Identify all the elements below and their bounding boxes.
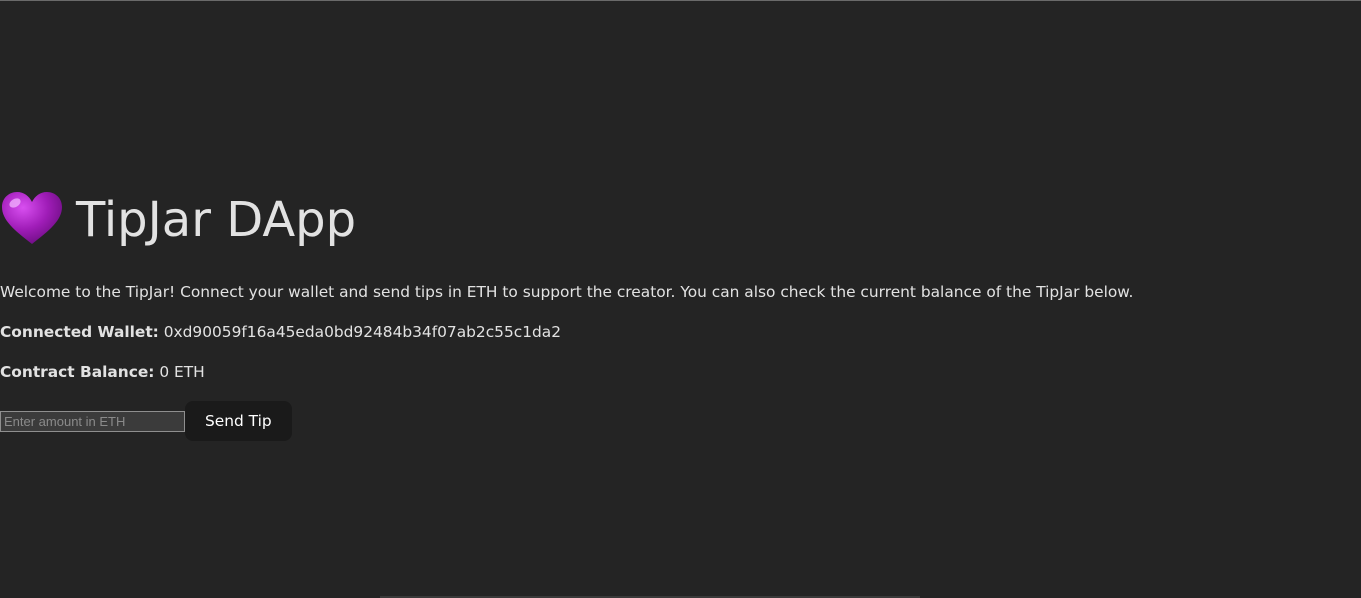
contract-balance-label: Contract Balance: xyxy=(0,363,155,381)
contract-balance-value: 0 ETH xyxy=(159,363,205,381)
contract-balance-row: Contract Balance: 0 ETH xyxy=(0,362,205,382)
page-title-text: TipJar DApp xyxy=(76,192,357,248)
eth-amount-input[interactable] xyxy=(0,410,185,432)
send-tip-button[interactable]: Send Tip xyxy=(185,401,292,441)
connected-wallet-label: Connected Wallet: xyxy=(0,323,159,341)
intro-text: Welcome to the TipJar! Connect your wall… xyxy=(0,283,1134,301)
tip-form: Send Tip xyxy=(0,401,292,441)
window-top-border xyxy=(0,0,1361,1)
tipjar-app: TipJar DApp Welcome to the TipJar! Conne… xyxy=(0,190,1361,441)
connected-wallet-row: Connected Wallet: 0xd90059f16a45eda0bd92… xyxy=(0,322,561,342)
connected-wallet-address: 0xd90059f16a45eda0bd92484b34f07ab2c55c1d… xyxy=(163,323,561,341)
page-title: TipJar DApp xyxy=(0,190,1361,250)
purple-heart-icon xyxy=(0,190,64,250)
